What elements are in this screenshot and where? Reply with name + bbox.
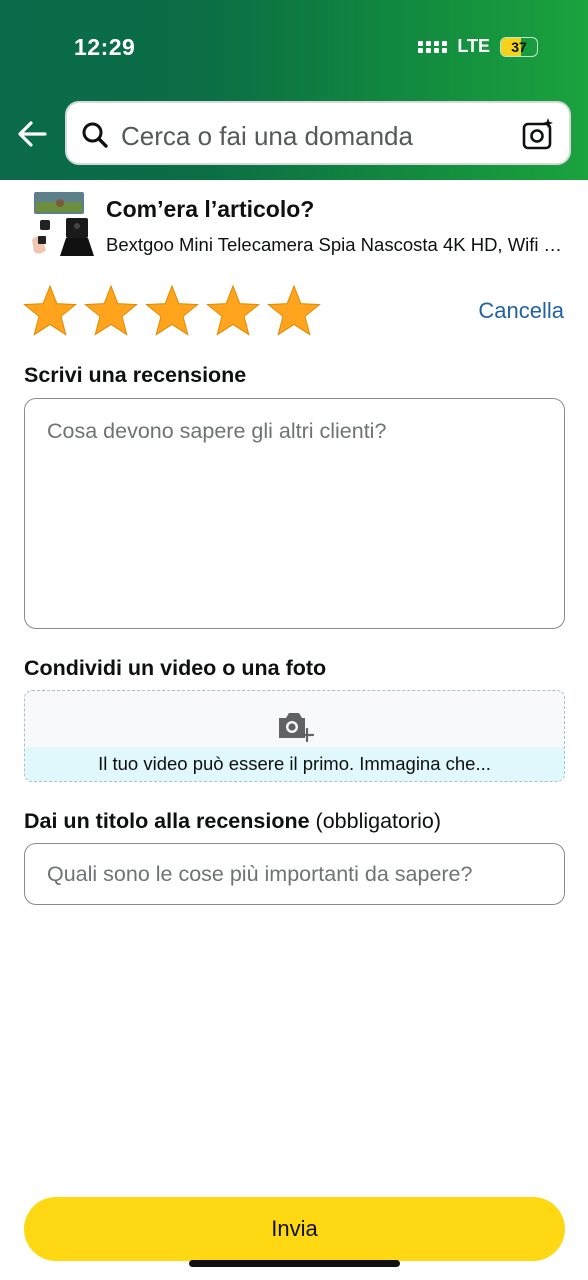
battery-icon: 37 xyxy=(500,36,538,57)
star-rating[interactable] xyxy=(22,283,322,339)
title-label-text: Dai un titolo alla recensione xyxy=(24,809,310,833)
battery-level: 37 xyxy=(511,38,527,55)
star-icon-3[interactable] xyxy=(144,283,200,339)
star-icon-1[interactable] xyxy=(22,283,78,339)
star-icon-5[interactable] xyxy=(266,283,322,339)
media-label: Condividi un video o una foto xyxy=(24,656,327,680)
title-input[interactable]: Quali sono le cose più importanti da sap… xyxy=(24,843,565,905)
app-header: 12:29 LTE 37 Cerca o fai una domanda xyxy=(0,0,588,180)
status-indicators: LTE 37 xyxy=(418,36,538,57)
network-label: LTE xyxy=(457,36,490,56)
media-prompt-strip: Il tuo video può essere il primo. Immagi… xyxy=(25,747,564,781)
media-upload-area[interactable]: Il tuo video può essere il primo. Immagi… xyxy=(24,690,565,782)
review-placeholder: Cosa devono sapere gli altri clienti? xyxy=(47,419,387,443)
star-icon-2[interactable] xyxy=(83,283,139,339)
product-thumbnail xyxy=(32,192,94,256)
cancel-rating-link[interactable]: Cancella xyxy=(478,298,564,324)
title-required-note: (obbligatorio) xyxy=(315,809,442,833)
product-question: Com’era l’articolo? xyxy=(106,196,315,222)
search-placeholder: Cerca o fai una domanda xyxy=(121,121,413,151)
product-name[interactable]: Bextgoo Mini Telecamera Spia Nascosta 4K… xyxy=(106,234,566,256)
star-icon-4[interactable] xyxy=(205,283,261,339)
product-summary: Com’era l’articolo? Bextgoo Mini Telecam… xyxy=(24,190,566,262)
media-prompt: Il tuo video può essere il primo. Immagi… xyxy=(98,753,491,774)
status-time: 12:29 xyxy=(74,34,136,60)
search-icon xyxy=(82,122,108,148)
submit-button[interactable]: Invia xyxy=(24,1197,565,1261)
title-placeholder: Quali sono le cose più importanti da sap… xyxy=(47,862,473,886)
home-indicator xyxy=(189,1260,400,1267)
back-button[interactable] xyxy=(16,117,50,151)
arrow-left-icon xyxy=(18,121,47,147)
search-input[interactable]: Cerca o fai una domanda xyxy=(65,101,571,165)
camera-search-icon[interactable] xyxy=(521,117,555,151)
review-textarea[interactable]: Cosa devono sapere gli altri clienti? xyxy=(24,398,565,629)
review-label: Scrivi una recensione xyxy=(24,363,247,387)
camera-add-icon xyxy=(279,713,315,743)
title-label: Dai un titolo alla recensione (obbligato… xyxy=(24,809,441,834)
signal-icon xyxy=(418,40,448,53)
